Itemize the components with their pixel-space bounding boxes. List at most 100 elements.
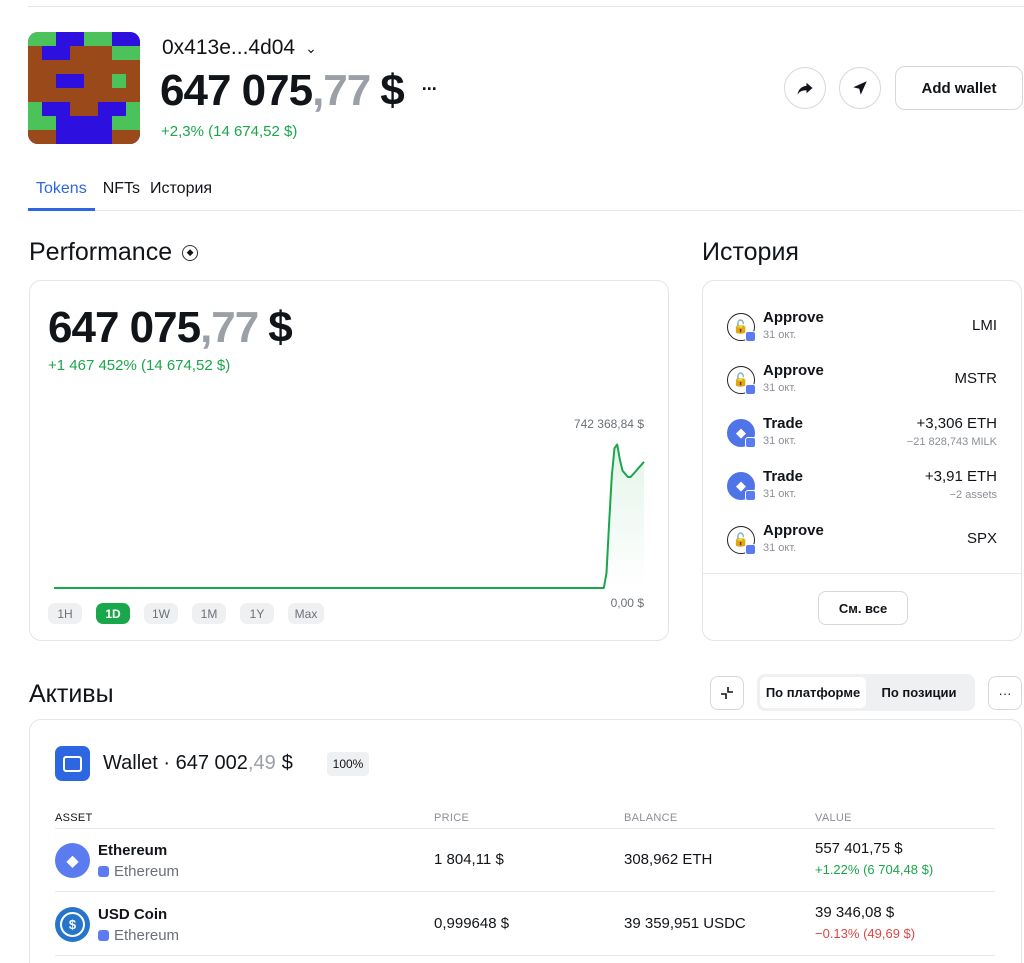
- column-header-asset[interactable]: ASSET: [55, 812, 93, 824]
- ethereum-chain-icon: [98, 930, 109, 941]
- history-item-amount: +3,91 ETH: [924, 468, 997, 485]
- chart-min-label: 0,00 $: [611, 596, 645, 610]
- history-item-title: Trade: [763, 415, 804, 432]
- seg-by-position[interactable]: По позиции: [866, 677, 972, 708]
- column-header-value[interactable]: VALUE: [815, 812, 852, 824]
- share-icon: [797, 82, 813, 95]
- performance-title: Performance: [29, 238, 173, 266]
- wallet-total-decimal: ,49: [247, 752, 276, 774]
- ethereum-info-icon[interactable]: ◆: [182, 244, 199, 261]
- wallet-percent-badge: 100%: [327, 752, 369, 776]
- collapse-icon: [721, 687, 733, 699]
- wallet-avatar: [28, 32, 140, 144]
- ethereum-chain-icon: [745, 384, 756, 395]
- history-card: 🔓 Approve 31 окт. LMI 🔓 Approve 31 окт. …: [702, 280, 1022, 641]
- history-item-amount: +3,306 ETH: [916, 415, 997, 432]
- token-balance: 39 359,951 USDC: [624, 915, 746, 932]
- range-1y[interactable]: 1Y: [240, 603, 274, 624]
- history-item-title: Approve: [763, 522, 824, 539]
- wallet-total-currency: $: [281, 752, 293, 774]
- range-max[interactable]: Max: [288, 603, 324, 624]
- ethereum-chain-icon: [745, 490, 756, 501]
- range-1d[interactable]: 1D: [96, 603, 130, 624]
- token-balance: 308,962 ETH: [624, 851, 713, 868]
- token-chain: Ethereum: [98, 863, 179, 880]
- wallet-total-label: Wallet · 647 002: [103, 752, 248, 774]
- ethereum-chain-icon: [745, 437, 756, 448]
- token-price: 1 804,11 $: [434, 851, 504, 868]
- history-item[interactable]: ◆ Trade 31 окт. +3,91 ETH −2 assets: [727, 468, 997, 508]
- tab-tokens[interactable]: Tokens: [28, 178, 95, 211]
- table-row[interactable]: ◆ Ethereum Ethereum 1 804,11 $ 308,962 E…: [55, 828, 995, 892]
- history-item-amount: LMI: [971, 317, 997, 334]
- history-divider: [703, 573, 1021, 574]
- ethereum-chain-icon: [745, 544, 756, 555]
- collapse-button[interactable]: [710, 676, 744, 710]
- chevron-down-icon: ⌄: [305, 39, 317, 56]
- history-item[interactable]: 🔓 Approve 31 окт. LMI: [727, 309, 997, 349]
- ethereum-icon: ◆: [55, 843, 90, 878]
- more-options-icon[interactable]: ···: [422, 79, 438, 100]
- history-item-amount: SPX: [966, 530, 997, 547]
- send-button[interactable]: [839, 67, 881, 109]
- history-item-date: 31 окт.: [763, 329, 797, 341]
- token-chain: Ethereum: [98, 927, 179, 944]
- seg-by-platform[interactable]: По платформе: [760, 677, 866, 708]
- chart-area-fill: [54, 444, 644, 588]
- token-name: USD Coin: [98, 906, 168, 923]
- more-horizontal-icon: ···: [998, 685, 1012, 701]
- tab-history[interactable]: История: [148, 178, 218, 211]
- history-item-subamount: −2 assets: [949, 489, 997, 501]
- grouping-segmented-control: По платформе По позиции: [757, 674, 975, 711]
- column-header-price[interactable]: PRICE: [434, 812, 469, 824]
- token-value: 557 401,75 $: [815, 840, 903, 857]
- ethereum-chain-icon: [98, 866, 109, 877]
- total-balance: 647 075 ,77 $ ···: [160, 66, 438, 116]
- token-chain-label: Ethereum: [114, 927, 180, 944]
- performance-chart[interactable]: 742 368,84 $ 0,00 $: [30, 281, 670, 642]
- range-1w[interactable]: 1W: [144, 603, 178, 624]
- assets-more-button[interactable]: ···: [988, 676, 1022, 710]
- token-chain-label: Ethereum: [114, 863, 180, 880]
- history-item[interactable]: 🔓 Approve 31 окт. SPX: [727, 522, 997, 562]
- chart-max-label: 742 368,84 $: [574, 417, 644, 431]
- history-item-title: Trade: [763, 468, 804, 485]
- add-wallet-button[interactable]: Add wallet: [895, 66, 1023, 110]
- history-item-subamount: −21 828,743 MILK: [906, 436, 997, 448]
- column-header-balance[interactable]: BALANCE: [624, 812, 677, 824]
- wallet-total: Wallet · 647 002 ,49 $: [103, 752, 293, 775]
- history-item-date: 31 окт.: [763, 488, 797, 500]
- history-item-date: 31 окт.: [763, 435, 797, 447]
- usdc-icon: $: [55, 907, 90, 942]
- balance-integer: 647 075: [160, 66, 313, 115]
- tab-nfts[interactable]: NFTs: [97, 178, 146, 211]
- token-value: 39 346,08 $: [815, 904, 895, 921]
- balance-change: +2,3% (14 674,52 $): [161, 123, 298, 140]
- history-heading: История: [702, 238, 799, 266]
- token-name: Ethereum: [98, 842, 168, 859]
- history-item-title: Approve: [763, 362, 824, 379]
- wallet-address: 0x413e...4d04: [162, 36, 296, 59]
- ethereum-chain-icon: [745, 331, 756, 342]
- balance-currency: $: [380, 66, 405, 115]
- range-selector: 1H 1D 1W 1M 1Y Max: [48, 603, 324, 624]
- performance-heading: Performance ◆: [29, 238, 199, 267]
- history-item[interactable]: 🔓 Approve 31 окт. MSTR: [727, 362, 997, 402]
- assets-heading: Активы: [29, 680, 114, 708]
- token-value-change: +1.22% (6 704,48 $): [815, 862, 934, 877]
- range-1m[interactable]: 1M: [192, 603, 226, 624]
- main-tabs: Tokens NFTs История: [28, 178, 1022, 211]
- range-1h[interactable]: 1H: [48, 603, 82, 624]
- token-price: 0,999648 $: [434, 915, 510, 932]
- history-item[interactable]: ◆ Trade 31 окт. +3,306 ETH −21 828,743 M…: [727, 415, 997, 455]
- table-row[interactable]: $ USD Coin Ethereum 0,999648 $ 39 359,95…: [55, 892, 995, 956]
- see-all-button[interactable]: См. все: [818, 591, 908, 625]
- chart-series-line: [54, 443, 645, 589]
- history-item-date: 31 окт.: [763, 542, 797, 554]
- share-button[interactable]: [784, 67, 826, 109]
- wallet-address-selector[interactable]: 0x413e...4d04 ⌄: [162, 36, 317, 60]
- send-icon: [853, 81, 867, 95]
- token-value-change: −0.13% (49,69 $): [815, 926, 916, 941]
- assets-card: Wallet · 647 002 ,49 $ 100% ASSET PRICE …: [29, 719, 1022, 963]
- history-item-title: Approve: [763, 309, 824, 326]
